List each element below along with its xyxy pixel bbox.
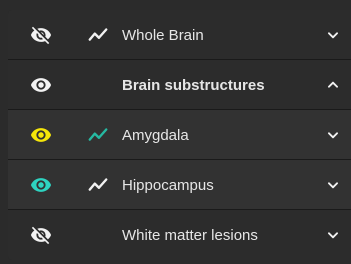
line-graph-icon[interactable] [86, 110, 110, 160]
eye-off-icon[interactable] [30, 10, 52, 60]
chevron-down-icon[interactable] [326, 160, 340, 210]
eye-off-icon[interactable] [30, 210, 52, 260]
row-label: Whole Brain [122, 26, 204, 44]
eye-icon[interactable] [30, 110, 52, 160]
chevron-down-icon[interactable] [326, 10, 340, 60]
line-graph-icon[interactable] [86, 10, 110, 60]
eye-icon[interactable] [30, 60, 52, 110]
chevron-up-icon[interactable] [326, 60, 340, 110]
list-row-amygdala[interactable]: Amygdala [8, 110, 351, 160]
structure-list-panel: Whole Brain Brain substructures Amygdala… [8, 10, 351, 260]
row-label: Hippocampus [122, 176, 214, 194]
chevron-down-icon[interactable] [326, 210, 340, 260]
list-row-hippocampus[interactable]: Hippocampus [8, 160, 351, 210]
list-row-whole-brain[interactable]: Whole Brain [8, 10, 351, 60]
row-label: Amygdala [122, 126, 189, 144]
row-label: White matter lesions [122, 226, 258, 244]
eye-icon[interactable] [30, 160, 52, 210]
list-row-white-matter-lesions[interactable]: White matter lesions [8, 210, 351, 260]
chevron-down-icon[interactable] [326, 110, 340, 160]
line-graph-icon[interactable] [86, 160, 110, 210]
list-row-brain-substructures[interactable]: Brain substructures [8, 60, 351, 110]
row-label: Brain substructures [122, 76, 265, 94]
